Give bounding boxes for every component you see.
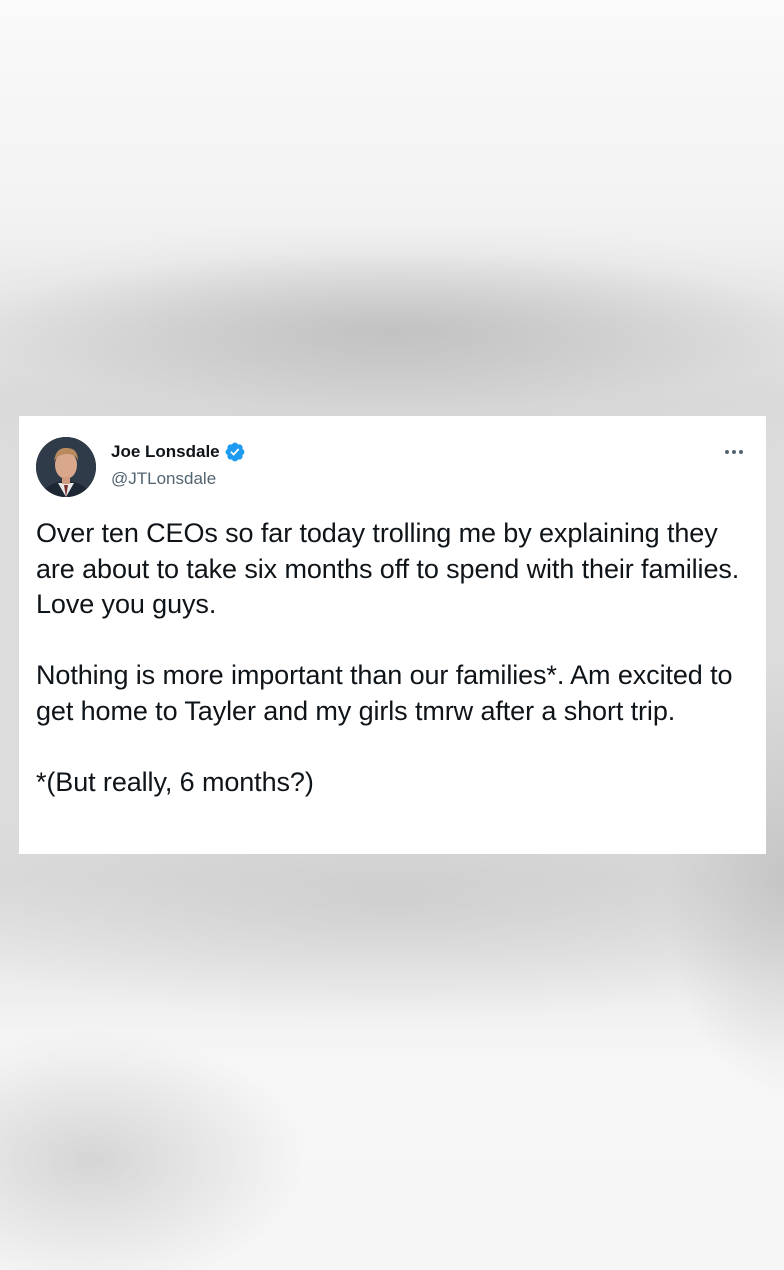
more-dot: [725, 450, 729, 454]
verified-badge-icon: [225, 442, 245, 462]
avatar-photo-icon: [36, 437, 96, 497]
author-handle[interactable]: @JTLonsdale: [111, 468, 216, 490]
tweet-card[interactable]: Joe Lonsdale @JTLonsdale Over ten CEOs s…: [19, 416, 766, 854]
more-dot: [739, 450, 743, 454]
author-name[interactable]: Joe Lonsdale: [111, 441, 220, 463]
author-name-row: Joe Lonsdale: [111, 441, 246, 463]
more-dot: [732, 450, 736, 454]
avatar[interactable]: [36, 437, 96, 497]
tweet-paragraph: *(But really, 6 months?): [36, 766, 314, 797]
tweet-paragraph: Over ten CEOs so far today trolling me b…: [36, 518, 754, 619]
tweet-text: Over ten CEOs so far today trolling me b…: [36, 516, 746, 800]
more-options-icon[interactable]: [722, 442, 746, 462]
tweet-paragraph: Nothing is more important than our famil…: [36, 660, 740, 726]
